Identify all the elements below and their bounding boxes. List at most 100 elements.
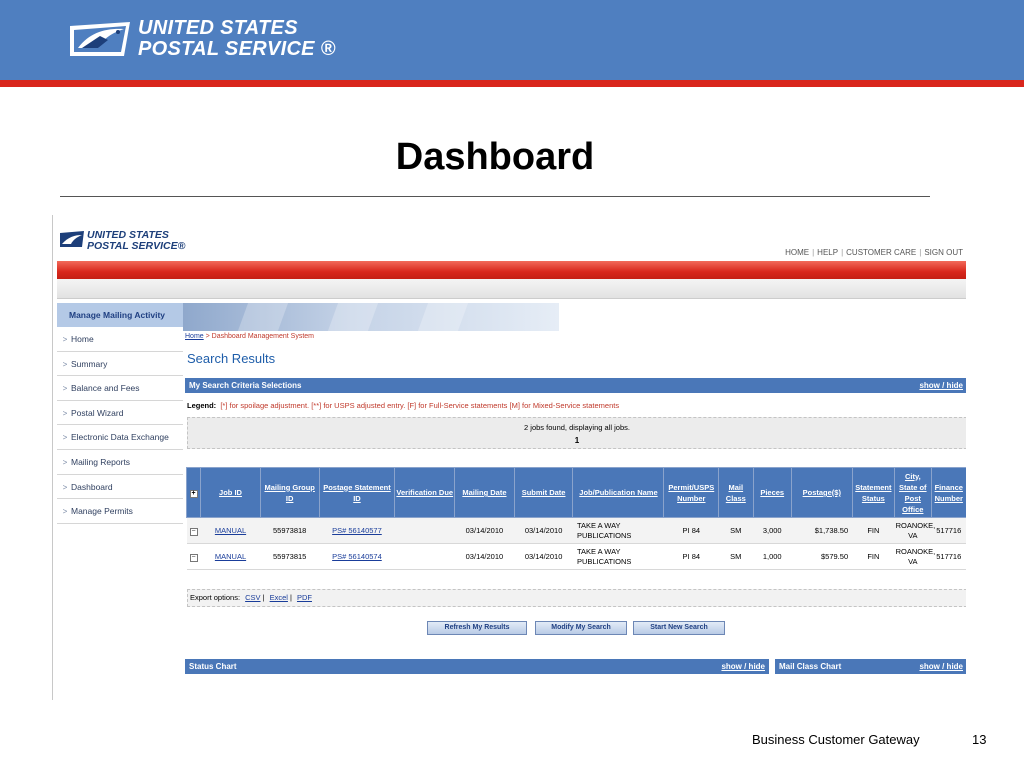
cell-mailing-group-id: 55973815	[260, 543, 320, 570]
refresh-results-button[interactable]: Refresh My Results	[427, 621, 527, 635]
start-new-search-button[interactable]: Start New Search	[633, 621, 725, 635]
export-label: Export options:	[190, 593, 241, 602]
plus-icon: +	[189, 490, 198, 498]
sidebar-item-label: Summary	[71, 358, 108, 369]
app-logo-line-2: POSTAL SERVICE®	[87, 240, 186, 252]
export-pdf-link[interactable]: PDF	[297, 593, 312, 602]
sidebar-item-dashboard[interactable]: > Dashboard	[57, 475, 183, 500]
table-row: − MANUAL 55973815 PS# 56140574 03/14/201…	[186, 543, 966, 570]
row-collapse-toggle[interactable]: −	[186, 543, 201, 570]
minus-icon: −	[189, 553, 198, 562]
cell-mail-class: SM	[718, 543, 753, 570]
sidebar: Manage Mailing Activity > Home > Summary >…	[57, 303, 183, 700]
chevron-right-icon: >	[62, 335, 68, 344]
cell-mail-class: SM	[718, 517, 753, 544]
cell-submit-date: 03/14/2010	[514, 543, 573, 570]
job-id-link[interactable]: MANUAL	[215, 526, 246, 535]
col-city-state-post-office[interactable]: City, State of Post Office	[894, 467, 932, 518]
sign-out-link[interactable]: SIGN OUT	[924, 248, 963, 257]
col-pieces[interactable]: Pieces	[752, 467, 792, 518]
separator: |	[919, 248, 922, 257]
cell-job-id: MANUAL	[200, 543, 261, 570]
cell-postage: $579.50	[791, 543, 853, 570]
separator: |	[812, 248, 815, 257]
sidebar-item-balance-and-fees[interactable]: > Balance and Fees	[57, 376, 183, 401]
sidebar-item-manage-permits[interactable]: > Manage Permits	[57, 499, 183, 524]
app-logo[interactable]: UNITED STATES POSTAL SERVICE®	[59, 229, 189, 255]
cell-finance-number: 517716	[931, 517, 966, 544]
table-row: − MANUAL 55973818 PS# 56140577 03/14/201…	[186, 517, 966, 544]
cell-postage-statement-id: PS# 56140574	[319, 543, 395, 570]
col-mailing-group-id[interactable]: Mailing Group ID	[259, 467, 320, 518]
home-link[interactable]: HOME	[785, 248, 809, 257]
minus-icon: −	[189, 527, 198, 536]
row-collapse-toggle[interactable]: −	[186, 517, 201, 544]
col-submit-date[interactable]: Submit Date	[513, 467, 574, 518]
footer-text: Business Customer Gateway	[752, 732, 920, 747]
breadcrumb: Home > Dashboard Management System	[185, 333, 314, 340]
logo-wordmark: UNITED STATES POSTAL SERVICE ®	[138, 18, 336, 60]
col-verification-due[interactable]: Verification Due	[394, 467, 456, 518]
banner-decoration	[417, 303, 469, 331]
cell-statement-status: FIN	[852, 543, 895, 570]
cell-job-id: MANUAL	[200, 517, 261, 544]
col-statement-status[interactable]: Statement Status	[851, 467, 896, 518]
mail-class-chart-show-hide-link[interactable]: show / hide	[919, 659, 963, 674]
sidebar-item-home[interactable]: > Home	[57, 327, 183, 352]
legend-text: [*] for spoilage adjustment. [**] for US…	[220, 401, 620, 410]
grey-nav-bar	[57, 279, 966, 299]
eagle-icon	[70, 22, 130, 56]
cell-pieces: 1,000	[753, 543, 792, 570]
status-chart-title: Status Chart	[189, 662, 237, 671]
sidebar-item-electronic-data-exchange[interactable]: > Electronic Data Exchange	[57, 425, 183, 450]
app-logo-wordmark: UNITED STATES POSTAL SERVICE®	[87, 230, 185, 252]
cell-mailing-date: 03/14/2010	[454, 517, 515, 544]
eagle-icon	[60, 231, 84, 247]
page-heading: Search Results	[187, 351, 276, 366]
col-mailing-date[interactable]: Mailing Date	[454, 467, 515, 518]
sidebar-item-mailing-reports[interactable]: > Mailing Reports	[57, 450, 183, 475]
col-job-publication-name[interactable]: Job/Publication Name	[572, 467, 665, 518]
col-postage-statement-id[interactable]: Postage Statement ID	[318, 467, 396, 518]
breadcrumb-current: > Dashboard Management System	[203, 333, 314, 340]
page-number: 13	[972, 732, 987, 747]
page-number-link[interactable]: 1	[188, 436, 966, 445]
col-postage[interactable]: Postage($)	[790, 467, 853, 518]
cell-pieces: 3,000	[753, 517, 792, 544]
export-options-bar: Export options: CSV | Excel | PDF	[187, 589, 966, 607]
criteria-show-hide-link[interactable]: show / hide	[919, 378, 963, 393]
postage-statement-link[interactable]: PS# 56140577	[332, 526, 382, 535]
chevron-right-icon: >	[62, 359, 68, 369]
col-permit-usps-number[interactable]: Permit/USPS Number	[663, 467, 720, 518]
app-screenshot: UNITED STATES POSTAL SERVICE® HOME | HELP |…	[52, 215, 966, 700]
expand-all-header[interactable]: +	[185, 467, 202, 518]
export-excel-link[interactable]: Excel	[270, 593, 288, 602]
separator: |	[262, 593, 265, 602]
col-mail-class[interactable]: Mail Class	[718, 467, 754, 518]
help-link[interactable]: HELP	[817, 248, 838, 257]
postage-statement-link[interactable]: PS# 56140574	[332, 552, 382, 561]
col-job-id[interactable]: Job ID	[200, 467, 261, 518]
separator: |	[289, 593, 292, 602]
cell-job-publication-name: TAKE A WAY PUBLICATIONS	[572, 517, 664, 544]
banner-decoration	[327, 303, 379, 331]
cell-city-state-post-office: ROANOKE, VA	[894, 543, 935, 570]
cell-city-state-post-office: ROANOKE, VA	[894, 517, 935, 544]
red-nav-bar	[57, 261, 966, 279]
slide: UNITED STATES POSTAL SERVICE ® Dashboard…	[0, 0, 1024, 768]
sidebar-item-postal-wizard[interactable]: > Postal Wizard	[57, 401, 183, 426]
job-id-link[interactable]: MANUAL	[215, 552, 246, 561]
results-table: + Job ID Mailing Group ID Postage Statem…	[185, 467, 966, 570]
status-chart-show-hide-link[interactable]: show / hide	[721, 659, 765, 674]
chevron-right-icon: >	[62, 384, 68, 394]
cell-statement-status: FIN	[852, 517, 895, 544]
slide-title: Dashboard	[395, 136, 595, 178]
breadcrumb-home-link[interactable]: Home	[185, 333, 204, 340]
jobs-found-text: 2 jobs found, displaying all jobs.	[524, 423, 630, 432]
col-finance-number[interactable]: Finance Number	[930, 467, 966, 518]
cell-permit-usps-number: PI 84	[663, 517, 719, 544]
export-csv-link[interactable]: CSV	[245, 593, 260, 602]
sidebar-item-summary[interactable]: > Summary	[57, 352, 183, 377]
customer-care-link[interactable]: CUSTOMER CARE	[846, 248, 916, 257]
modify-search-button[interactable]: Modify My Search	[535, 621, 627, 635]
